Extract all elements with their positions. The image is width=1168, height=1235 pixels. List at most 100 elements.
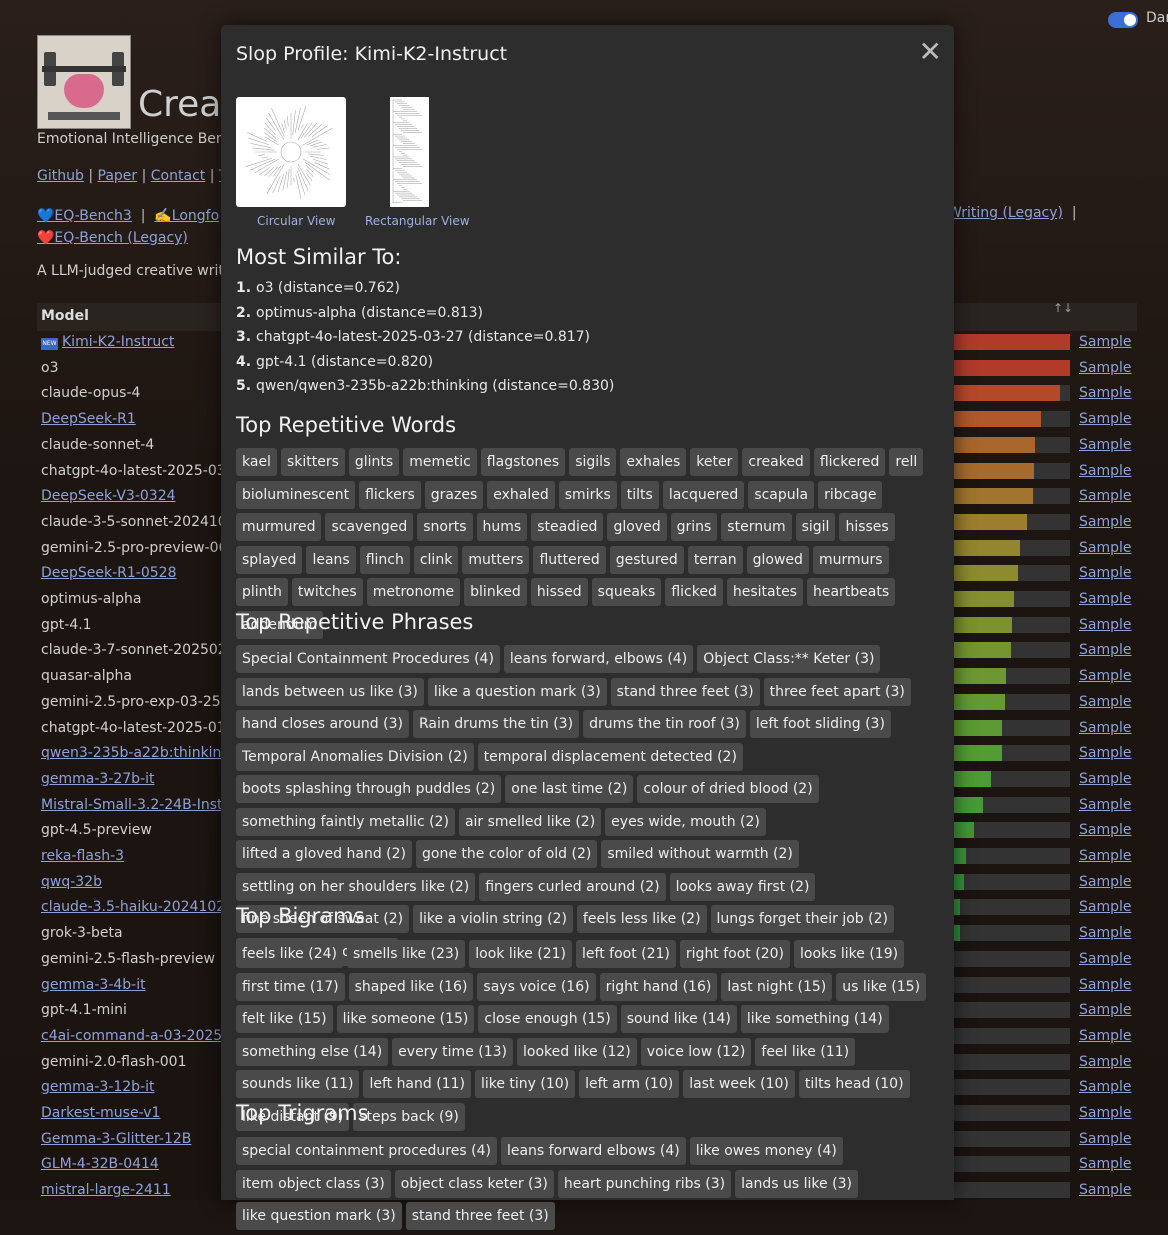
sample-link[interactable]: Sample [1079,977,1132,993]
sample-link[interactable]: Sample [1079,437,1132,453]
tag-chip: something else (14) [236,1038,388,1066]
model-name[interactable]: gemma-3-27b-it [41,771,221,787]
score-bar [954,617,1070,633]
writing-legacy-link[interactable]: Writing (Legacy) [948,205,1063,221]
sample-link[interactable]: Sample [1079,591,1132,607]
eqbench3-link[interactable]: 💙EQ-Bench3 [37,208,132,224]
longform-link[interactable]: ✍️Longfo [154,208,219,224]
model-column-header[interactable]: Model [41,308,89,324]
sample-link[interactable]: Sample [1079,899,1132,915]
sample-link[interactable]: Sample [1079,745,1132,761]
model-name[interactable]: NEWKimi-K2-Instruct [41,334,221,350]
score-fill [954,848,966,864]
tag-chip: creaked [742,448,809,476]
sample-link[interactable]: Sample [1079,925,1132,941]
model-name[interactable]: DeepSeek-V3-0324 [41,488,221,504]
sample-link[interactable]: Sample [1079,385,1132,401]
contact-link[interactable]: Contact [151,168,205,184]
eqbench-legacy-link[interactable]: ❤️EQ-Bench (Legacy) [37,230,188,246]
score-bar [954,1054,1070,1070]
tag-chip: right hand (16) [600,973,718,1001]
model-name[interactable]: DeepSeek-R1 [41,411,221,427]
score-bar [954,463,1070,479]
tag-chip: hand closes around (3) [236,710,409,738]
model-name[interactable]: gemma-3-12b-it [41,1079,221,1095]
score-fill [954,771,991,787]
intro-text: A LLM-judged creative writi [37,263,228,279]
model-name: o3 [41,360,221,376]
tag-chip: leans [306,546,355,574]
sample-link[interactable]: Sample [1079,463,1132,479]
circular-view-label[interactable]: Circular View [257,214,336,228]
sample-link[interactable]: Sample [1079,1131,1132,1147]
sample-link[interactable]: Sample [1079,694,1132,710]
sample-link[interactable]: Sample [1079,642,1132,658]
modal-title: Slop Profile: Kimi-K2-Instruct [236,43,507,65]
close-icon[interactable]: ✕ [919,38,942,66]
score-bar [954,334,1070,350]
tag-chip: one last time (2) [505,775,633,803]
sample-link[interactable]: Sample [1079,1156,1132,1172]
github-link[interactable]: Github [37,168,84,184]
words-heading: Top Repetitive Words [236,413,456,437]
tag-chip: us like (15) [836,973,926,1001]
sample-link[interactable]: Sample [1079,334,1132,350]
model-name[interactable]: mistral-large-2411 [41,1182,221,1198]
model-name[interactable]: qwen3-235b-a22b:thinking [41,745,221,761]
model-name: claude-opus-4 [41,385,221,401]
sample-link[interactable]: Sample [1079,848,1132,864]
sample-link[interactable]: Sample [1079,874,1132,890]
sample-link[interactable]: Sample [1079,951,1132,967]
score-fill [954,668,1006,684]
sample-link[interactable]: Sample [1079,1079,1132,1095]
rectangular-view-thumbnail[interactable] [390,97,429,207]
sample-link[interactable]: Sample [1079,1182,1132,1198]
tag-chip: hissed [531,578,588,606]
tag-chip: air smelled like (2) [459,808,601,836]
circular-view-thumbnail[interactable] [236,97,346,207]
sample-link[interactable]: Sample [1079,360,1132,376]
model-name[interactable]: gemma-3-4b-it [41,977,221,993]
score-fill [954,822,974,838]
sample-link[interactable]: Sample [1079,540,1132,556]
sample-link[interactable]: Sample [1079,1002,1132,1018]
tag-chip: smirks [559,481,617,509]
model-name[interactable]: GLM-4-32B-0414 [41,1156,221,1172]
sample-link[interactable]: Sample [1079,1105,1132,1121]
sample-link[interactable]: Sample [1079,771,1132,787]
tag-chip: first time (17) [236,973,345,1001]
model-name[interactable]: c4ai-command-a-03-2025 [41,1028,221,1044]
model-name[interactable]: Darkest-muse-v1 [41,1105,221,1121]
sample-link[interactable]: Sample [1079,565,1132,581]
paper-link[interactable]: Paper [98,168,138,184]
sample-link[interactable]: Sample [1079,668,1132,684]
model-name[interactable]: reka-flash-3 [41,848,221,864]
sample-link[interactable]: Sample [1079,514,1132,530]
score-bar [954,899,1070,915]
sample-link[interactable]: Sample [1079,822,1132,838]
model-name[interactable]: DeepSeek-R1-0528 [41,565,221,581]
sample-link[interactable]: Sample [1079,720,1132,736]
score-fill [954,540,1020,556]
site-logo [37,35,131,129]
model-name: optimus-alpha [41,591,221,607]
sample-link[interactable]: Sample [1079,411,1132,427]
model-name[interactable]: Mistral-Small-3.2-24B-Instru [41,797,221,813]
dark-mode-toggle[interactable] [1108,12,1138,28]
rectangular-view-label[interactable]: Rectangular View [365,214,470,228]
model-name[interactable]: claude-3.5-haiku-20241022 [41,899,221,915]
score-fill [954,899,960,915]
score-bar [954,1105,1070,1121]
sample-link[interactable]: Sample [1079,488,1132,504]
score-fill [954,360,1070,376]
score-fill [954,925,960,941]
tag-chip: sounds like (11) [236,1070,359,1098]
tag-chip: flagstones [481,448,565,476]
sample-link[interactable]: Sample [1079,617,1132,633]
sample-link[interactable]: Sample [1079,1054,1132,1070]
model-name[interactable]: Gemma-3-Glitter-12B [41,1131,221,1147]
sort-icon[interactable]: ↑↓ [1053,301,1073,315]
model-name[interactable]: qwq-32b [41,874,221,890]
sample-link[interactable]: Sample [1079,1028,1132,1044]
sample-link[interactable]: Sample [1079,797,1132,813]
